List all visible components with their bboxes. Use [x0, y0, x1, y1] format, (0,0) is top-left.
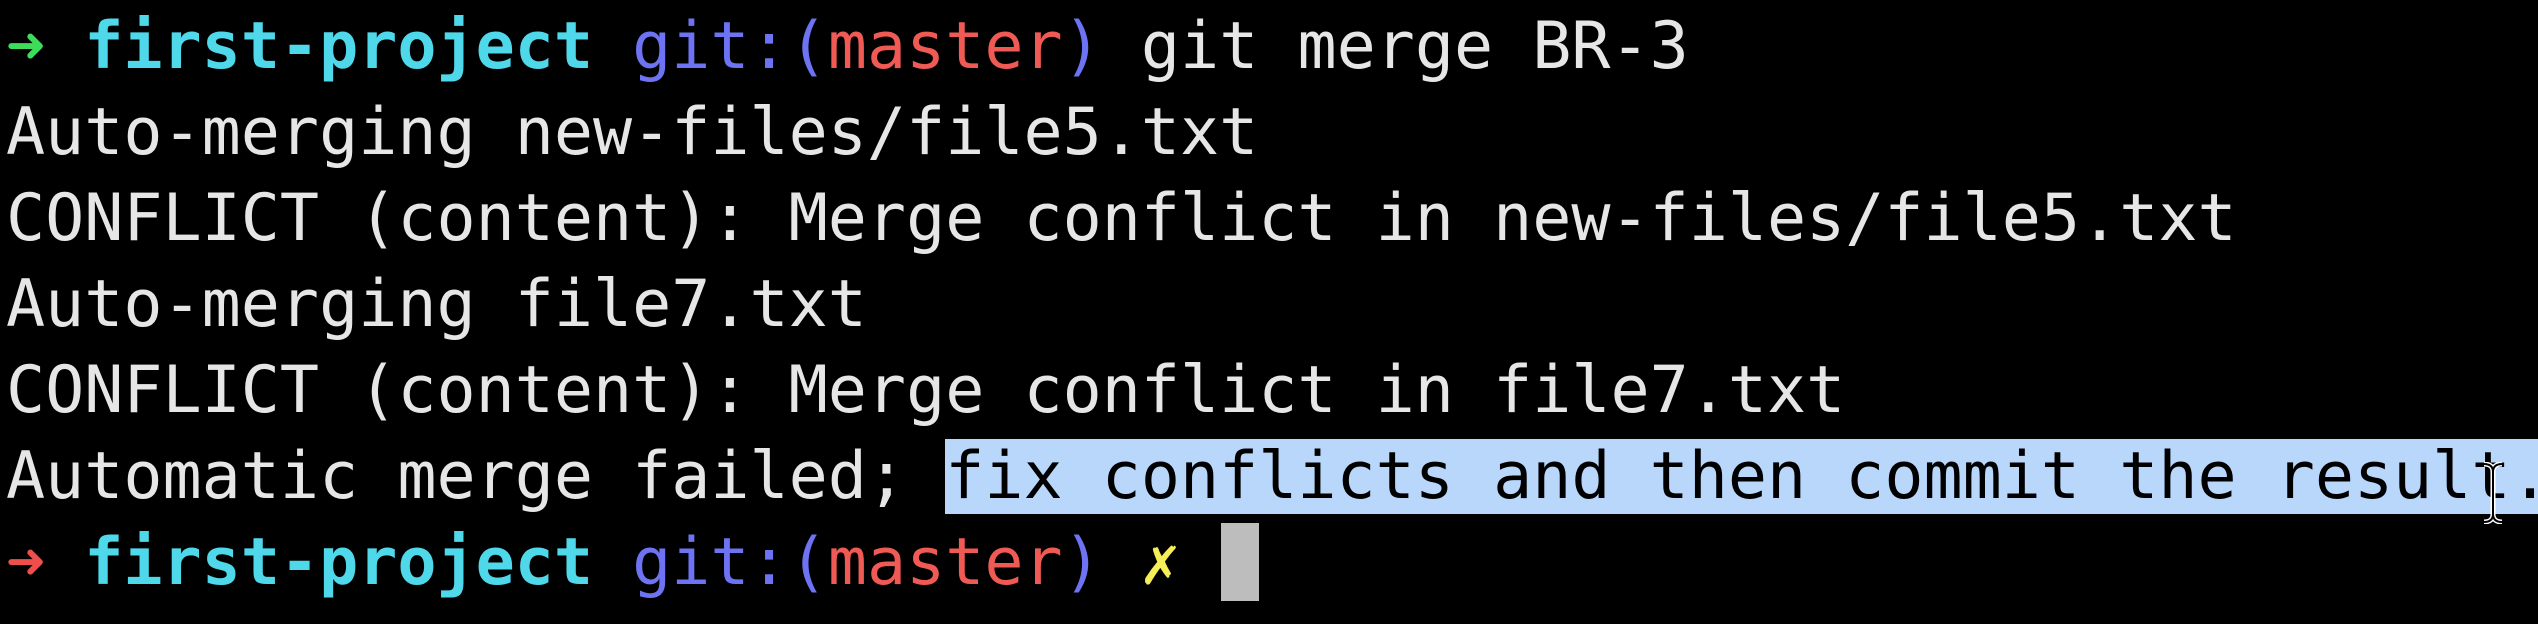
merge-failed-prefix: Automatic merge failed; [6, 439, 946, 514]
error-arrow-icon: ➜ [6, 525, 46, 600]
prompt-line-2: ➜ first-project git:(master) ✗ [6, 523, 1260, 603]
output-line: CONFLICT (content): Merge conflict in fi… [6, 353, 1846, 428]
selected-text[interactable]: fix conflicts and then commit the result… [945, 439, 2538, 514]
git-label-close: ) [1062, 525, 1102, 600]
success-arrow-icon: ➜ [6, 9, 46, 84]
project-name: first-project [84, 9, 594, 84]
output-line: Auto-merging file7.txt [6, 267, 867, 342]
command-text: git merge BR-3 [1140, 9, 1689, 84]
i-beam-cursor-icon [2483, 462, 2503, 524]
git-label-open: git:( [632, 9, 828, 84]
terminal-window[interactable]: ➜ first-project git:(master) git merge B… [0, 0, 2538, 624]
output-line: Auto-merging new-files/file5.txt [6, 95, 1259, 170]
branch-name: master [827, 9, 1063, 84]
branch-name: master [827, 525, 1063, 600]
output-line: CONFLICT (content): Merge conflict in ne… [6, 181, 2237, 256]
git-label-open: git:( [632, 525, 828, 600]
text-cursor[interactable] [1221, 523, 1260, 601]
git-label-close: ) [1062, 9, 1102, 84]
prompt-line-1: ➜ first-project git:(master) git merge B… [6, 7, 1689, 87]
project-name: first-project [84, 525, 594, 600]
merge-failed-line: Automatic merge failed; fix conflicts an… [6, 437, 2538, 517]
dirty-marker-icon: ✗ [1140, 525, 1181, 600]
